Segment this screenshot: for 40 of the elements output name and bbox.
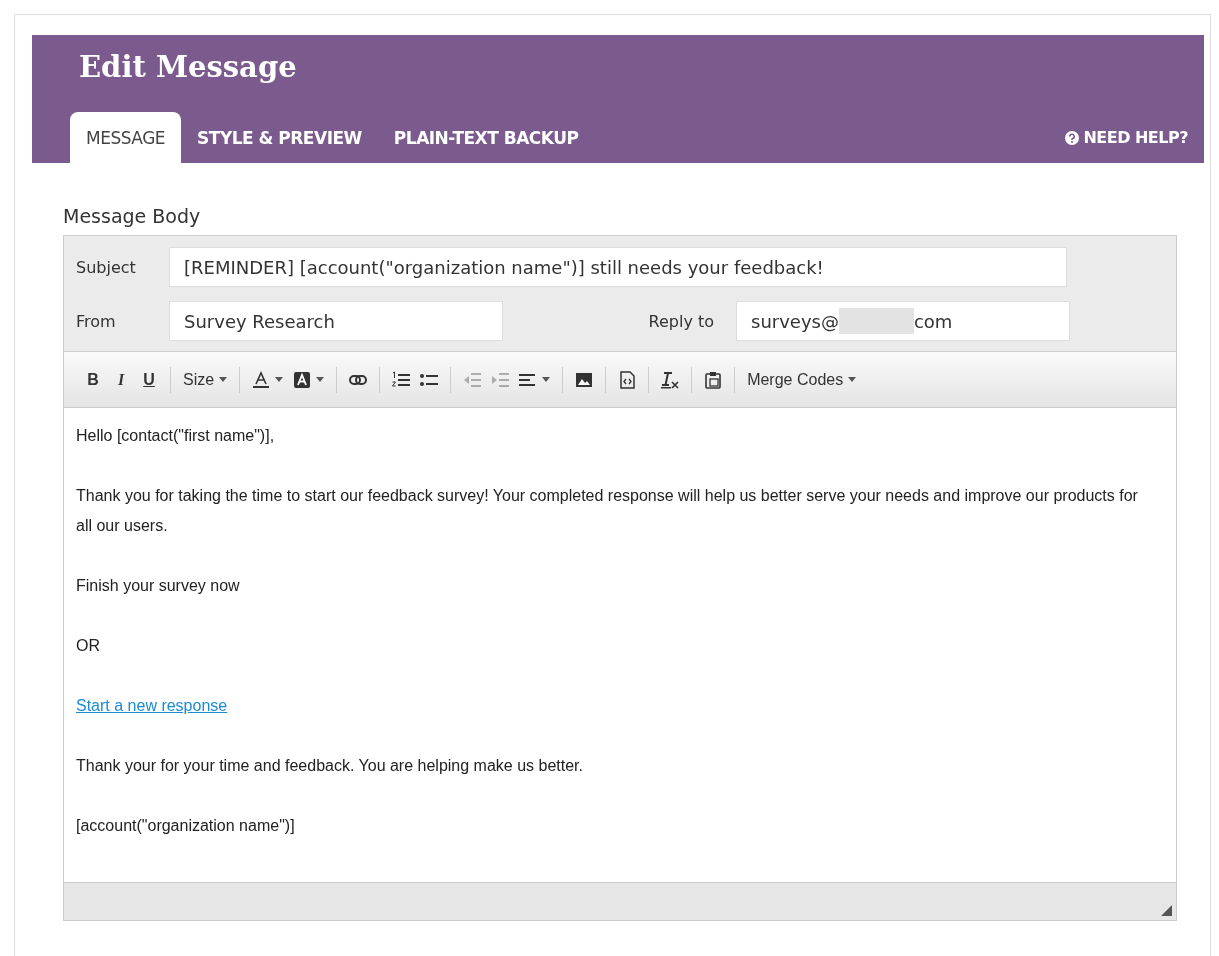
caret-icon	[275, 377, 284, 382]
caret-icon	[316, 377, 325, 382]
response-link[interactable]: Start a new response	[76, 697, 228, 714]
body-paragraph: OR	[76, 636, 101, 656]
italic-button[interactable]: I	[108, 365, 134, 394]
body-paragraph: Thank you for taking the time to start our feedback survey! Your completed response will help us better serve your needs and improve our products for all our users.	[76, 486, 1139, 536]
tab[interactable]: PLAIN-TEXT BACKUP	[377, 112, 595, 163]
clear-format-icon	[661, 370, 680, 389]
help-icon	[1065, 130, 1080, 145]
subject-field[interactable]: [REMINDER] [account("organization name")] still needs your feedback!	[169, 247, 1067, 287]
section-label: Message Body	[63, 205, 202, 227]
underline-button[interactable]: U	[136, 365, 162, 394]
outdent-icon	[463, 370, 482, 389]
body-paragraph: Hello [contact("first name")],	[76, 426, 276, 446]
text-color-icon	[252, 370, 271, 389]
dropdown-button[interactable]: Size	[179, 365, 232, 394]
clipboard-icon	[704, 370, 723, 389]
image-icon	[575, 370, 594, 389]
bold-button[interactable]: B	[80, 365, 106, 394]
body-paragraph: Thank your for your time and feedback. You are helping make us better.	[76, 756, 584, 776]
source-icon	[618, 370, 637, 389]
body-paragraph: [account("organization name")]	[76, 816, 296, 836]
field-label: From	[75, 311, 117, 331]
from-field[interactable]: Survey Research	[169, 301, 503, 341]
field-label: Subject	[75, 257, 137, 277]
numbered-list-icon	[392, 370, 411, 389]
tab[interactable]: STYLE & PREVIEW	[181, 112, 378, 163]
resize-grip-icon	[1161, 905, 1172, 916]
caret-icon	[848, 377, 857, 382]
indent-icon	[491, 370, 510, 389]
field-label: Reply to	[647, 311, 714, 331]
tab[interactable]: MESSAGE	[70, 112, 182, 163]
dropdown-button[interactable]: Merge Codes	[743, 365, 861, 394]
page-title: Edit Message	[79, 50, 298, 84]
caret-icon	[219, 377, 228, 382]
body-paragraph: Finish your survey now	[76, 576, 241, 596]
caret-icon	[542, 377, 551, 382]
reply-to-field[interactable]: surveys@ com	[736, 301, 1070, 341]
background-color-icon	[293, 370, 312, 389]
help-link[interactable]: NEED HELP?	[1065, 112, 1188, 163]
